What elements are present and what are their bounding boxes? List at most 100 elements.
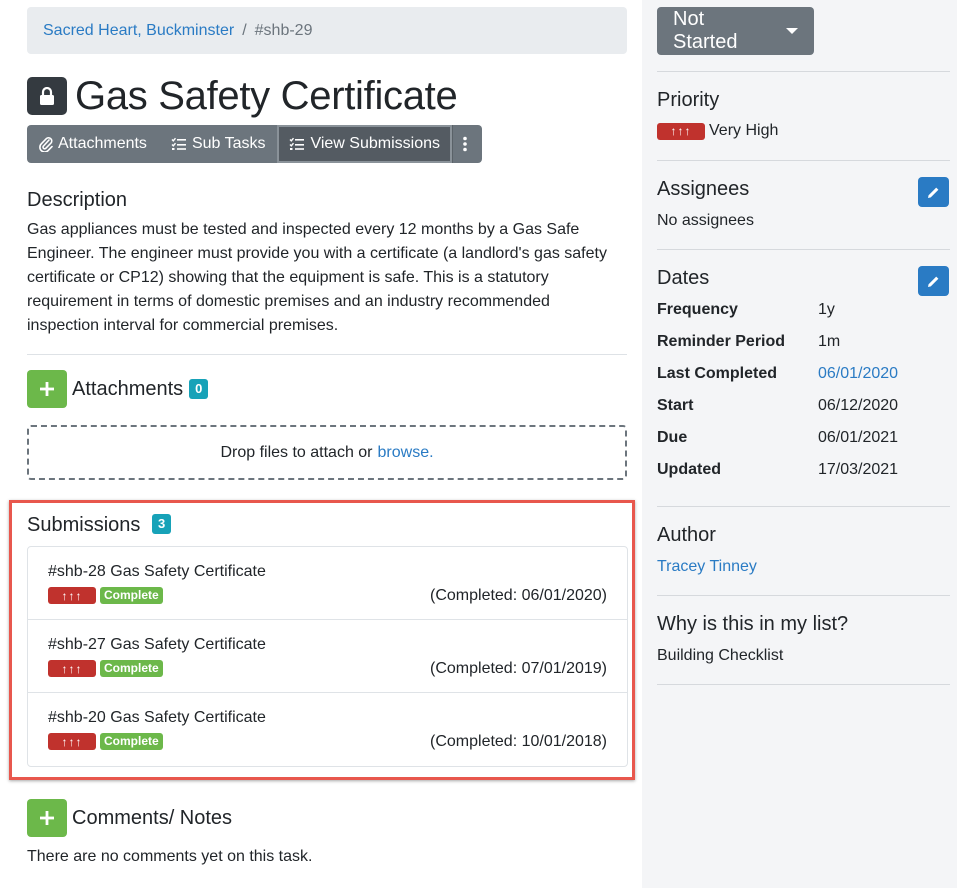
updated-value: 17/03/2021 [818,461,899,478]
add-attachment-button[interactable] [27,370,67,408]
submission-badges: ↑↑↑ Complete [48,587,163,604]
sub-tasks-tab-label: Sub Tasks [191,135,266,152]
last-completed-link[interactable]: 06/01/2020 [818,365,898,383]
divider [657,595,950,596]
priority-arrows: ↑↑↑ [670,124,692,138]
dropzone-text: Drop files to attach or [220,443,373,461]
plus-icon [40,382,54,396]
sub-tasks-tab-button[interactable]: Sub Tasks [158,125,278,163]
paperclip-icon [39,137,53,152]
kebab-menu-icon [463,136,467,152]
attachments-header: Attachments 0 [27,370,627,408]
description-heading: Description [27,189,128,211]
divider [657,249,950,250]
page-title: Gas Safety Certificate [75,73,458,118]
view-submissions-tab-button[interactable]: View Submissions [277,125,453,163]
priority-arrows: ↑↑↑ [61,588,83,603]
submission-name: #shb-28 Gas Safety Certificate [48,563,266,580]
status-dropdown[interactable]: Not Started [657,7,814,55]
description-text: Gas appliances must be tested and inspec… [27,221,607,334]
author-link[interactable]: Tracey Tinney [657,558,757,576]
why-in-list-heading: Why is this in my list? [657,613,849,635]
last-completed-label: Last Completed [657,365,778,382]
submission-item[interactable]: #shb-28 Gas Safety Certificate ↑↑↑ Compl… [28,547,627,620]
main-content: Sacred Heart, Buckminster / #shb-29 Gas … [27,7,627,480]
divider [657,506,950,507]
breadcrumb: Sacred Heart, Buckminster / #shb-29 [27,7,627,54]
why-in-list-reason: Building Checklist [657,647,784,664]
pencil-icon [928,187,939,198]
dates-heading: Dates [657,267,710,289]
due-label: Due [657,429,688,446]
priority-badge: ↑↑↑ [48,587,96,604]
attachments-tab-label: Attachments [58,135,147,152]
divider [27,354,627,355]
attachments-count-badge: 0 [189,379,209,399]
priority-heading: Priority [657,89,720,111]
reminder-period-value: 1m [818,333,841,350]
priority-badge: ↑↑↑ [48,660,96,677]
breadcrumb-current: #shb-29 [254,21,313,39]
plus-icon [40,811,54,825]
file-dropzone[interactable]: Drop files to attach or browse. [27,425,627,480]
comments-heading: Comments/ Notes [72,806,233,829]
priority-arrows: ↑↑↑ [61,734,83,749]
more-options-button[interactable] [452,125,483,163]
submissions-list: #shb-28 Gas Safety Certificate ↑↑↑ Compl… [27,546,628,767]
submission-badges: ↑↑↑ Complete [48,660,163,677]
attachments-tab-button[interactable]: Attachments [27,125,159,163]
comments-empty-text: There are no comments yet on this task. [27,848,313,865]
divider [657,160,950,161]
author-heading: Author [657,524,716,546]
task-tab-group: Attachments Sub Tasks View Submissions [27,125,627,163]
breadcrumb-separator: / [242,21,247,39]
submission-name: #shb-20 Gas Safety Certificate [48,709,266,726]
attachments-heading: Attachments [72,377,184,400]
submission-item[interactable]: #shb-27 Gas Safety Certificate ↑↑↑ Compl… [28,620,627,693]
submissions-count-badge: 3 [151,514,172,534]
view-submissions-tab-label: View Submissions [310,135,441,152]
assignees-heading: Assignees [657,178,750,200]
comments-header: Comments/ Notes [27,799,232,837]
submission-name: #shb-27 Gas Safety Certificate [48,636,266,653]
priority-badge: ↑↑↑ [657,122,705,140]
add-comment-button[interactable] [27,799,67,837]
edit-assignees-button[interactable] [918,177,949,207]
submission-badges: ↑↑↑ Complete [48,733,163,750]
divider [657,684,950,685]
priority-badge: ↑↑↑ [48,733,96,750]
status-badge: Complete [100,660,163,677]
task-sidebar: Not Started Priority ↑↑↑ Very High Assig… [642,0,957,888]
submissions-heading: Submissions [27,514,141,536]
status-dropdown-label: Not Started [673,8,738,53]
reminder-period-label: Reminder Period [657,333,786,350]
submission-item[interactable]: #shb-20 Gas Safety Certificate ↑↑↑ Compl… [28,693,627,766]
frequency-value: 1y [818,301,835,318]
updated-label: Updated [657,461,721,478]
checklist-icon [171,137,186,150]
lock-icon [27,77,67,115]
submissions-panel: Submissions 3 #shb-28 Gas Safety Certifi… [9,500,635,780]
start-label: Start [657,397,694,414]
breadcrumb-site-link[interactable]: Sacred Heart, Buckminster [43,22,234,40]
divider [657,71,950,72]
browse-link[interactable]: browse. [378,444,434,462]
priority-value: ↑↑↑ Very High [657,122,778,140]
assignees-empty-text: No assignees [657,212,754,229]
due-value: 06/01/2021 [818,429,899,446]
submission-completed-date: (Completed: 07/01/2019) [430,660,607,677]
submission-completed-date: (Completed: 10/01/2018) [430,733,607,750]
submissions-header: Submissions 3 [27,514,172,537]
title-row: Gas Safety Certificate [27,74,627,118]
status-badge: Complete [100,587,163,604]
pencil-icon [928,276,939,287]
priority-label: Very High [709,122,779,139]
edit-dates-button[interactable] [918,266,949,296]
caret-down-icon [786,28,798,34]
status-badge: Complete [100,733,163,750]
start-value: 06/12/2020 [818,397,899,414]
submission-completed-date: (Completed: 06/01/2020) [430,587,607,604]
frequency-label: Frequency [657,301,738,318]
checklist-icon [289,137,305,150]
priority-arrows: ↑↑↑ [61,661,83,676]
